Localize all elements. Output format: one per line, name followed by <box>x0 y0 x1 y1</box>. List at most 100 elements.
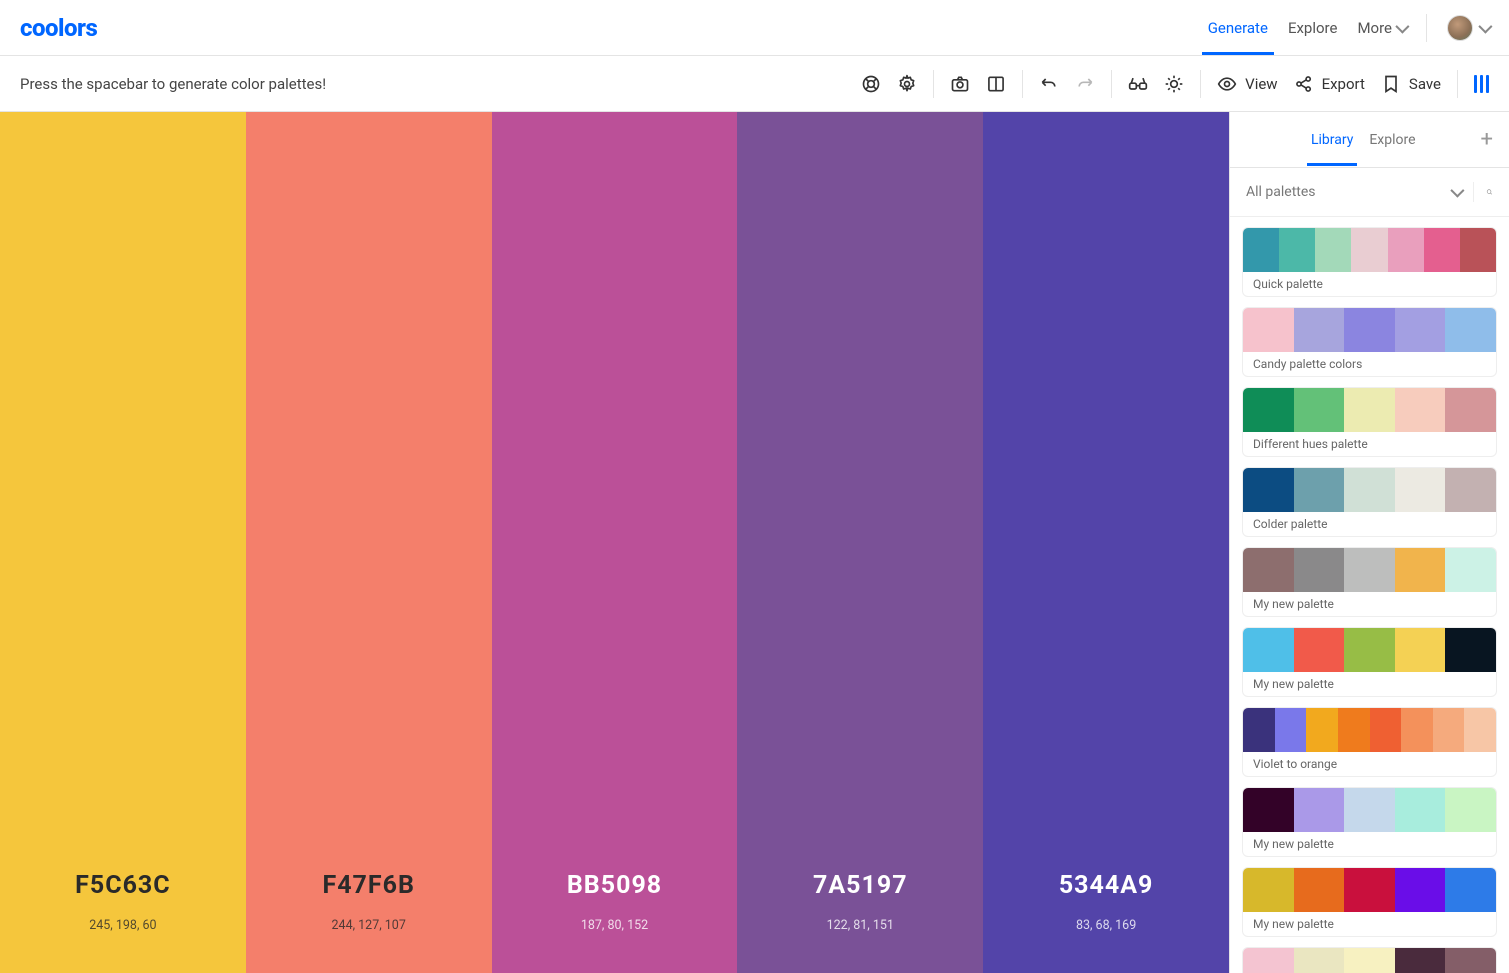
gear-icon <box>897 74 917 94</box>
chevron-down-icon <box>1478 19 1492 33</box>
swatch <box>1243 388 1294 432</box>
palette-column[interactable]: 5344A9 83, 68, 169 <box>983 112 1229 973</box>
search-button[interactable] <box>1473 182 1493 202</box>
tab-explore[interactable]: Explore <box>1369 114 1415 166</box>
help-button[interactable] <box>861 74 881 94</box>
panel-toggle[interactable] <box>1474 75 1489 93</box>
library-item[interactable]: Quick palette <box>1242 227 1497 297</box>
filter-select[interactable]: All palettes <box>1246 184 1473 200</box>
palette-column[interactable]: F5C63C 245, 198, 60 <box>0 112 246 973</box>
library-item[interactable]: Different hues palette <box>1242 387 1497 457</box>
settings-button[interactable] <box>897 74 917 94</box>
swatch <box>1445 388 1496 432</box>
palette: F5C63C 245, 198, 60 F47F6B 244, 127, 107 BB5… <box>0 112 1229 973</box>
user-menu[interactable] <box>1447 15 1489 41</box>
save-label: Save <box>1409 75 1441 93</box>
hex-value[interactable]: BB5098 <box>567 871 662 900</box>
divider <box>1022 70 1023 98</box>
sun-icon <box>1164 74 1184 94</box>
swatch <box>1395 308 1446 352</box>
swatch <box>1243 628 1294 672</box>
palette-swatches <box>1243 788 1496 832</box>
collage-button[interactable] <box>986 74 1006 94</box>
hex-value[interactable]: F47F6B <box>322 871 414 900</box>
library-item[interactable]: My new palette <box>1242 627 1497 697</box>
save-button[interactable]: Save <box>1381 74 1441 94</box>
nav-more[interactable]: More <box>1357 1 1406 55</box>
rgb-value[interactable]: 83, 68, 169 <box>1076 918 1136 933</box>
redo-button[interactable] <box>1075 74 1095 94</box>
view-button[interactable]: View <box>1217 74 1277 94</box>
swatch <box>1395 388 1446 432</box>
nav-explore[interactable]: Explore <box>1288 1 1338 55</box>
swatch <box>1243 548 1294 592</box>
rgb-value[interactable]: 245, 198, 60 <box>89 918 156 933</box>
library-item[interactable]: Violet to orange <box>1242 707 1497 777</box>
filter-label: All palettes <box>1246 184 1316 200</box>
undo-button[interactable] <box>1039 74 1059 94</box>
library-item[interactable]: My new palette <box>1242 867 1497 937</box>
swatch <box>1344 788 1395 832</box>
glasses-button[interactable] <box>1128 74 1148 94</box>
palette-swatches <box>1243 548 1496 592</box>
swatch <box>1395 868 1446 912</box>
library-item[interactable]: My new palette22 <box>1242 947 1497 973</box>
swatch <box>1460 228 1496 272</box>
swatch <box>1344 308 1395 352</box>
library-item[interactable]: Candy palette colors <box>1242 307 1497 377</box>
divider <box>933 70 934 98</box>
swatch <box>1243 868 1294 912</box>
export-button[interactable]: Export <box>1294 74 1365 94</box>
hex-value[interactable]: F5C63C <box>75 871 170 900</box>
logo[interactable]: coolors <box>20 14 97 42</box>
hex-value[interactable]: 7A5197 <box>813 871 908 900</box>
library-item-name: Colder palette <box>1243 512 1496 536</box>
swatch <box>1306 708 1338 752</box>
palette-swatches <box>1243 948 1496 973</box>
swatch <box>1445 948 1496 973</box>
app-header: coolors Generate Explore More <box>0 0 1509 56</box>
palette-column[interactable]: BB5098 187, 80, 152 <box>492 112 738 973</box>
palette-column[interactable]: 7A5197 122, 81, 151 <box>737 112 983 973</box>
library-list[interactable]: Quick palette Candy palette colors Differe… <box>1230 217 1509 973</box>
camera-button[interactable] <box>950 74 970 94</box>
swatch <box>1445 468 1496 512</box>
hint-text: Press the spacebar to generate color pal… <box>20 75 326 93</box>
palette-swatches <box>1243 868 1496 912</box>
palette-swatches <box>1243 388 1496 432</box>
library-item-name: My new palette <box>1243 592 1496 616</box>
collage-icon <box>986 74 1006 94</box>
library-item-name: My new palette <box>1243 912 1496 936</box>
library-item[interactable]: My new palette <box>1242 787 1497 857</box>
library-item-name: Quick palette <box>1243 272 1496 296</box>
palette-swatches <box>1243 708 1496 752</box>
library-sidebar: Library Explore + All palettes Quick pal… <box>1229 112 1509 973</box>
brightness-button[interactable] <box>1164 74 1184 94</box>
share-icon <box>1294 74 1314 94</box>
rgb-value[interactable]: 244, 127, 107 <box>332 918 406 933</box>
palette-swatches <box>1243 228 1496 272</box>
swatch <box>1344 628 1395 672</box>
rgb-value[interactable]: 122, 81, 151 <box>827 918 894 933</box>
library-item-name: Violet to orange <box>1243 752 1496 776</box>
library-item[interactable]: Colder palette <box>1242 467 1497 537</box>
swatch <box>1294 628 1345 672</box>
bars-icon <box>1474 75 1489 93</box>
export-label: Export <box>1322 75 1365 93</box>
nav-more-label: More <box>1357 19 1392 37</box>
tab-library[interactable]: Library <box>1311 114 1353 166</box>
library-item[interactable]: My new palette <box>1242 547 1497 617</box>
palette-column[interactable]: F47F6B 244, 127, 107 <box>246 112 492 973</box>
swatch <box>1338 708 1370 752</box>
swatch <box>1395 468 1446 512</box>
swatch <box>1344 468 1395 512</box>
swatch <box>1351 228 1387 272</box>
add-palette-button[interactable]: + <box>1481 127 1493 152</box>
nav-generate[interactable]: Generate <box>1208 1 1268 55</box>
eye-icon <box>1217 74 1237 94</box>
swatch <box>1445 548 1496 592</box>
rgb-value[interactable]: 187, 80, 152 <box>581 918 648 933</box>
hex-value[interactable]: 5344A9 <box>1059 871 1154 900</box>
palette-swatches <box>1243 468 1496 512</box>
swatch <box>1424 228 1460 272</box>
